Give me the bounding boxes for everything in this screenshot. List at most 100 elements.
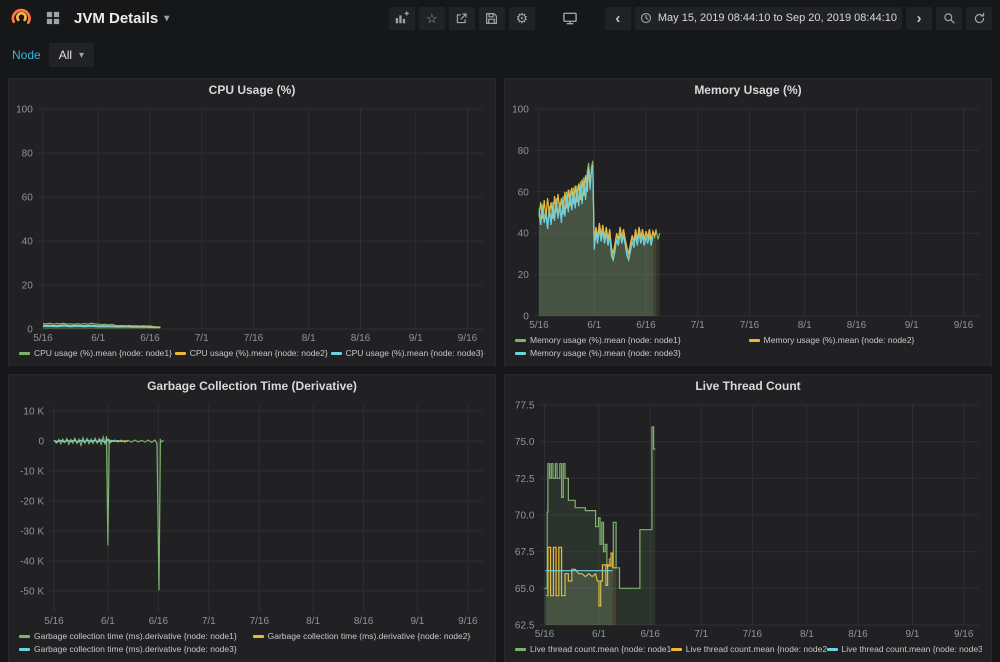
svg-text:7/16: 7/16 <box>743 629 763 640</box>
magnifier-icon <box>943 12 956 25</box>
chart-canvas[interactable]: 0204060801005/166/16/167/17/168/18/169/1… <box>9 101 495 345</box>
panel-title[interactable]: Memory Usage (%) <box>505 79 991 101</box>
time-range-button[interactable]: May 15, 2019 08:44:10 to Sep 20, 2019 08… <box>635 7 902 30</box>
svg-text:9/1: 9/1 <box>409 333 423 344</box>
svg-text:20: 20 <box>518 270 530 281</box>
svg-text:7/1: 7/1 <box>202 616 216 627</box>
cpu-usage-legend: CPU usage (%).mean {node: node1}CPU usag… <box>9 345 495 365</box>
svg-text:8/1: 8/1 <box>302 333 316 344</box>
svg-text:0: 0 <box>38 437 44 448</box>
legend-series-swatch <box>827 648 838 651</box>
svg-text:7/1: 7/1 <box>694 629 708 640</box>
svg-text:9/16: 9/16 <box>954 320 974 331</box>
clock-icon <box>640 12 652 24</box>
legend-series-swatch <box>19 635 30 638</box>
dashboards-grid-icon[interactable] <box>40 7 66 30</box>
chart-canvas[interactable]: 77.575.072.570.067.565.062.55/166/16/167… <box>505 397 991 641</box>
chevron-left-icon: ‹ <box>615 11 620 26</box>
tv-mode-button[interactable] <box>557 7 583 30</box>
legend-series-swatch <box>749 339 760 342</box>
share-button[interactable] <box>449 7 475 30</box>
legend-series-swatch <box>331 352 342 355</box>
svg-text:100: 100 <box>512 105 529 116</box>
legend-series-swatch <box>19 352 30 355</box>
svg-text:40: 40 <box>518 229 530 240</box>
legend-item[interactable]: Memory usage (%).mean {node: node1} <box>515 334 749 347</box>
panel-title[interactable]: Garbage Collection Time (Derivative) <box>9 375 495 397</box>
time-range-text: May 15, 2019 08:44:10 to Sep 20, 2019 08… <box>658 13 897 24</box>
dashboard-title[interactable]: JVM Details ▾ <box>74 10 169 27</box>
svg-text:6/16: 6/16 <box>140 333 160 344</box>
legend-item[interactable]: CPU usage (%).mean {node: node3} <box>331 347 487 360</box>
chart-canvas[interactable]: 10 K0-10 K-20 K-30 K-40 K-50 K5/166/16/1… <box>9 397 495 628</box>
panel-gc-time: Garbage Collection Time (Derivative) 10 … <box>8 374 496 662</box>
svg-text:-10 K: -10 K <box>20 467 44 478</box>
svg-text:7/16: 7/16 <box>250 616 270 627</box>
svg-text:67.5: 67.5 <box>515 547 535 558</box>
legend-item[interactable]: Live thread count.mean {node: node2} <box>671 643 827 656</box>
chevron-right-icon: › <box>917 11 922 26</box>
legend-item[interactable]: Memory usage (%).mean {node: node2} <box>749 334 983 347</box>
svg-text:72.5: 72.5 <box>515 474 535 485</box>
panel-cpu-usage: CPU Usage (%) 0204060801005/166/16/167/1… <box>8 78 496 366</box>
panel-memory-usage: Memory Usage (%) 0204060801005/166/16/16… <box>504 78 992 366</box>
refresh-button[interactable] <box>966 7 992 30</box>
svg-text:80: 80 <box>22 149 34 160</box>
legend-series-label: Garbage collection time (ms).derivative … <box>34 630 237 643</box>
add-panel-button[interactable] <box>389 7 415 30</box>
panel-title[interactable]: CPU Usage (%) <box>9 79 495 101</box>
settings-button[interactable]: ⚙ <box>509 7 535 30</box>
live-thread-count-chart[interactable]: 77.575.072.570.067.565.062.55/166/16/167… <box>505 397 991 641</box>
variable-value-dropdown[interactable]: All ▾ <box>49 43 94 67</box>
dashboard-grid: CPU Usage (%) 0 20 40 60 80 100 5/16 6/1 6/16 7/1… <box>0 74 1000 662</box>
legend-series-swatch <box>253 635 264 638</box>
cpu-usage-chart[interactable]: 0204060801005/166/16/167/17/168/18/169/1… <box>9 101 495 345</box>
time-forward-button[interactable]: › <box>906 7 932 30</box>
share-icon <box>455 12 468 25</box>
legend-item[interactable]: Garbage collection time (ms).derivative … <box>19 630 253 643</box>
legend-series-label: Garbage collection time (ms).derivative … <box>34 643 237 656</box>
svg-text:-50 K: -50 K <box>20 587 44 598</box>
svg-text:100: 100 <box>16 105 33 116</box>
save-button[interactable] <box>479 7 505 30</box>
legend-item[interactable]: Garbage collection time (ms).derivative … <box>253 630 487 643</box>
caret-down-icon: ▾ <box>164 13 169 24</box>
legend-item[interactable]: CPU usage (%).mean {node: node1} <box>19 347 175 360</box>
svg-text:60: 60 <box>22 193 34 204</box>
svg-text:7/1: 7/1 <box>691 320 705 331</box>
legend-item[interactable]: CPU usage (%).mean {node: node2} <box>175 347 331 360</box>
svg-text:6/1: 6/1 <box>587 320 601 331</box>
svg-text:-40 K: -40 K <box>20 557 44 568</box>
legend-series-label: Memory usage (%).mean {node: node1} <box>530 334 681 347</box>
svg-text:5/16: 5/16 <box>529 320 549 331</box>
svg-text:9/16: 9/16 <box>458 333 478 344</box>
svg-text:5/16: 5/16 <box>33 333 53 344</box>
gc-time-chart[interactable]: 10 K0-10 K-20 K-30 K-40 K-50 K5/166/16/1… <box>9 397 495 628</box>
legend-item[interactable]: Live thread count.mean {node: node3} <box>827 643 983 656</box>
svg-text:10 K: 10 K <box>23 407 44 418</box>
svg-text:6/1: 6/1 <box>101 616 115 627</box>
chart-canvas[interactable]: 0204060801005/166/16/167/17/168/18/169/1… <box>505 101 991 332</box>
navbar-actions: ☆ ⚙ ‹ <box>389 7 992 30</box>
legend-item[interactable]: Memory usage (%).mean {node: node3} <box>515 347 749 360</box>
star-icon: ☆ <box>426 12 438 25</box>
svg-text:8/16: 8/16 <box>351 333 371 344</box>
panel-title[interactable]: Live Thread Count <box>505 375 991 397</box>
legend-item[interactable]: Live thread count.mean {node: node1} <box>515 643 671 656</box>
legend-series-label: Live thread count.mean {node: node1} <box>530 643 671 656</box>
legend-item[interactable]: Garbage collection time (ms).derivative … <box>19 643 253 656</box>
svg-text:75.0: 75.0 <box>515 437 535 448</box>
star-button[interactable]: ☆ <box>419 7 445 30</box>
zoom-out-button[interactable] <box>936 7 962 30</box>
memory-usage-chart[interactable]: 0204060801005/166/16/167/17/168/18/169/1… <box>505 101 991 332</box>
svg-text:6/16: 6/16 <box>640 629 660 640</box>
gc-time-legend: Garbage collection time (ms).derivative … <box>9 628 495 661</box>
svg-text:8/1: 8/1 <box>800 629 814 640</box>
legend-series-swatch <box>671 648 682 651</box>
grafana-logo-icon[interactable] <box>8 5 34 31</box>
svg-text:-30 K: -30 K <box>20 527 44 538</box>
svg-text:9/1: 9/1 <box>410 616 424 627</box>
svg-text:7/16: 7/16 <box>244 333 264 344</box>
time-back-button[interactable]: ‹ <box>605 7 631 30</box>
svg-text:9/16: 9/16 <box>954 629 974 640</box>
